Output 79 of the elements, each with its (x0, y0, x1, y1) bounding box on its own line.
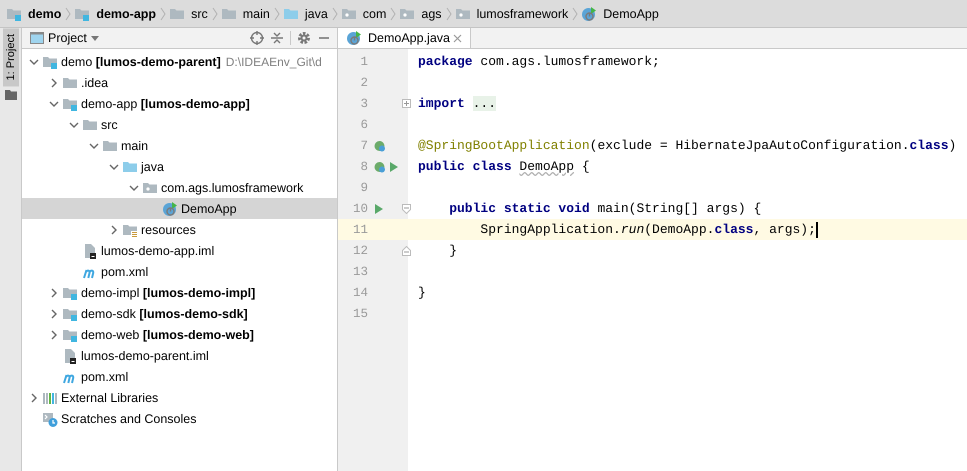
window-icon (30, 32, 44, 44)
bean-icon[interactable] (374, 140, 386, 152)
chevron-icon (446, 6, 452, 22)
tree-item[interactable]: demo [lumos-demo-parent] D:\IDEAEnv_Git\d (22, 51, 337, 72)
close-icon[interactable] (453, 34, 462, 42)
scratches-icon (42, 410, 58, 426)
settings-icon[interactable] (297, 31, 311, 45)
line-number: 6 (359, 118, 368, 132)
breadcrumb[interactable]: DemoApp (581, 6, 659, 22)
breadcrumb[interactable]: main (220, 6, 270, 22)
code-line: SpringApplication.run(DemoApp.class, args); (479, 222, 816, 237)
line-number: 1 (359, 54, 368, 68)
breadcrumb[interactable]: src (169, 6, 208, 22)
crosshair-icon[interactable] (250, 31, 264, 45)
tree-item[interactable]: resources (22, 219, 337, 240)
class-file-icon (346, 30, 362, 46)
line-number: 10 (352, 202, 368, 216)
chevron-icon (160, 6, 166, 22)
chevron-icon (65, 6, 72, 22)
tree-item[interactable]: lumos-demo-app.iml (22, 240, 337, 261)
run-icon[interactable] (389, 160, 399, 172)
code-line: package com.ags.lumosframework; (418, 54, 660, 69)
view-dropdown[interactable]: Project (30, 31, 99, 45)
tree-item[interactable]: DemoApp (22, 198, 337, 219)
chevron-icon (572, 6, 578, 22)
line-number: 7 (359, 138, 368, 152)
line-number: 14 (352, 286, 368, 300)
breadcrumb[interactable]: ags (399, 6, 442, 22)
collapse-fold-icon[interactable] (402, 204, 411, 214)
tool-window-tab[interactable]: 1: Project (2, 28, 18, 86)
tree-item[interactable]: demo-app [lumos-demo-app] (22, 93, 337, 114)
line-number: 13 (352, 264, 368, 278)
code-line: public static void main(String[] args) { (448, 201, 762, 216)
chevron-icon (390, 6, 396, 22)
code-line: public class DemoApp { (418, 159, 590, 174)
chevron-icon (212, 6, 218, 22)
spring-class-icon (162, 200, 178, 216)
tree-item[interactable]: Scratches and Consoles (22, 408, 337, 429)
line-number: 15 (352, 306, 368, 320)
breadcrumb[interactable]: demo (6, 6, 62, 22)
tree-item[interactable]: java (22, 156, 337, 177)
spring-class-icon (581, 6, 598, 22)
breadcrumb[interactable]: demo-app (74, 6, 156, 22)
code-line: } (418, 285, 426, 300)
tree-item[interactable]: pom.xml (22, 261, 337, 282)
code-line: import ... (418, 96, 496, 111)
code-line: } (448, 243, 458, 258)
tree-item[interactable]: demo-web [lumos-demo-web] (22, 324, 337, 345)
iml-file-icon (82, 242, 98, 258)
breadcrumb[interactable]: com (340, 6, 386, 22)
tree-item[interactable]: lumos-demo-parent.iml (22, 345, 337, 366)
line-number: 3 (359, 96, 368, 110)
caret-icon (90, 36, 99, 40)
tree-item[interactable]: main (22, 135, 337, 156)
tree-item[interactable]: pom.xml (22, 366, 337, 387)
breadcrumb[interactable]: java (282, 6, 328, 22)
collapse-all-icon[interactable] (270, 31, 284, 45)
tree-item[interactable]: .idea (22, 72, 337, 93)
line-number: 11 (352, 222, 368, 236)
bean-icon[interactable] (374, 160, 386, 172)
fold-end-icon[interactable] (402, 246, 411, 256)
tree-item[interactable]: com.ags.lumosframework (22, 177, 337, 198)
iml-file-icon (62, 348, 78, 364)
chevron-icon (332, 6, 338, 22)
folder-icon[interactable] (4, 90, 16, 100)
line-number: 8 (359, 160, 368, 174)
run-icon[interactable] (374, 202, 384, 214)
line-number: 12 (352, 244, 368, 258)
line-number: 2 (359, 76, 368, 90)
editor-tab[interactable]: DemoApp.java (338, 28, 471, 48)
code-line: @SpringBootApplication(exclude = HibernateJpaAutoConfiguration.class) (418, 138, 956, 153)
tree-item[interactable]: External Libraries (22, 387, 337, 408)
expand-fold-icon[interactable] (402, 99, 411, 108)
tree-item[interactable]: src (22, 114, 337, 135)
breadcrumb[interactable]: lumosframework (454, 6, 568, 22)
chevron-icon (274, 6, 280, 22)
line-number: 9 (359, 180, 368, 194)
tree-item[interactable]: demo-sdk [lumos-demo-sdk] (22, 303, 337, 324)
tree-item[interactable]: demo-impl [lumos-demo-impl] (22, 282, 337, 303)
